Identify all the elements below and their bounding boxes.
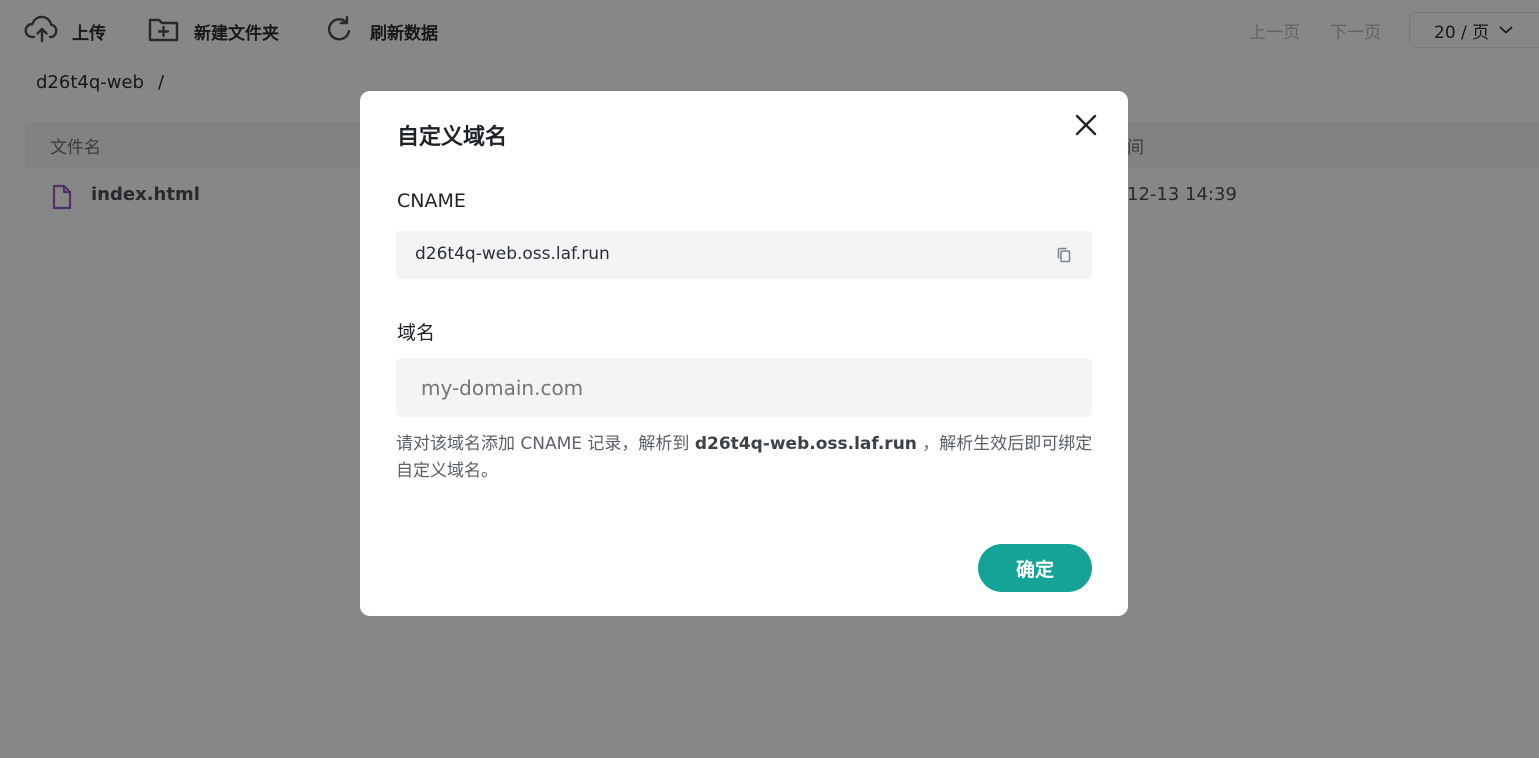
dialog-title: 自定义域名 <box>397 125 508 150</box>
custom-domain-dialog: 自定义域名 CNAME d26t4q-web.oss.laf.run 域名 请对… <box>360 91 1128 616</box>
hint-prefix: 请对该域名添加 CNAME 记录，解析到 <box>396 434 695 454</box>
copy-icon[interactable] <box>1056 246 1072 264</box>
close-button[interactable] <box>1070 111 1102 143</box>
confirm-button[interactable]: 确定 <box>978 544 1092 592</box>
hint-target: d26t4q-web.oss.laf.run <box>694 434 917 454</box>
cname-label: CNAME <box>397 190 466 212</box>
close-icon <box>1075 114 1097 140</box>
cname-hint: 请对该域名添加 CNAME 记录，解析到 d26t4q-web.oss.laf.… <box>396 431 1096 485</box>
cname-value: d26t4q-web.oss.laf.run <box>415 244 610 264</box>
domain-input[interactable] <box>396 358 1092 417</box>
cname-field: d26t4q-web.oss.laf.run <box>396 231 1092 279</box>
domain-label: 域名 <box>397 322 436 344</box>
